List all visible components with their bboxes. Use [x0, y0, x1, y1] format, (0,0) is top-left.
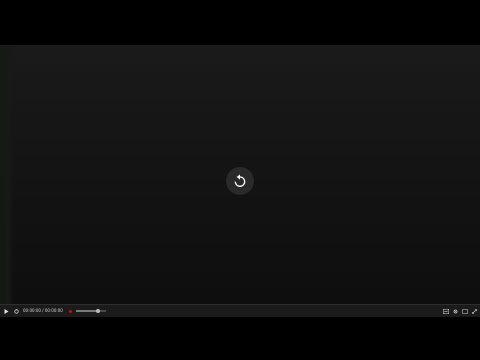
theater-mode-button[interactable]	[462, 305, 468, 317]
fullscreen-icon	[472, 308, 477, 314]
video-player: 00:00:00 / 00:00:00	[0, 0, 480, 360]
restart-icon	[14, 308, 19, 314]
video-edge-strip	[0, 45, 14, 304]
progress-fill	[75, 310, 99, 312]
gear-icon	[453, 309, 458, 313]
replay-button[interactable]	[226, 167, 254, 195]
live-indicator	[68, 309, 72, 313]
progress-bar[interactable]	[75, 309, 106, 313]
progress-handle[interactable]	[96, 309, 101, 313]
control-bar: 00:00:00 / 00:00:00	[0, 304, 480, 317]
settings-button[interactable]	[453, 305, 458, 317]
captions-button[interactable]	[443, 305, 449, 317]
replay-icon	[234, 174, 246, 187]
play-icon	[4, 308, 9, 314]
captions-icon	[443, 308, 449, 314]
fullscreen-button[interactable]	[472, 305, 477, 317]
play-button[interactable]	[4, 305, 9, 317]
time-display: 00:00:00 / 00:00:00	[23, 308, 63, 313]
restart-button[interactable]	[14, 305, 19, 317]
video-area[interactable]	[0, 45, 480, 304]
right-controls	[439, 305, 477, 317]
theater-mode-icon	[462, 309, 468, 313]
